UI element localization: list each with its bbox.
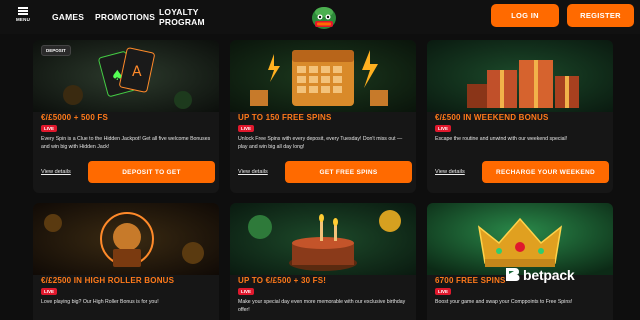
nav-promotions[interactable]: PROMOTIONS <box>95 0 155 34</box>
betpack-brand: betpack <box>504 266 575 283</box>
promo-title: €/£5000 + 500 FS <box>41 113 109 122</box>
svg-text:♠: ♠ <box>111 68 124 84</box>
promo-card-high-roller: €/£2500 IN HIGH ROLLER BONUS LIVE Love p… <box>33 203 219 320</box>
promo-card-free-spins: UP TO 150 FREE SPINS LIVE Unlock Free Sp… <box>230 40 416 193</box>
promo-description: Love playing big? Our High Roller Bonus … <box>41 299 159 305</box>
menu-button[interactable]: MENU <box>10 7 36 22</box>
promo-card-welcome: ♠ A DEPOSIT €/£5000 + 500 FS LIVE Every … <box>33 40 219 193</box>
promo-card-weekend: €/£500 IN WEEKEND BONUS LIVE Escape the … <box>427 40 613 193</box>
promo-card-betpack: 6700 FREE SPINS LIVE Boost your game and… <box>427 203 613 320</box>
live-badge: LIVE <box>41 125 58 132</box>
live-badge: LIVE <box>41 288 58 295</box>
view-details-link[interactable]: View details <box>435 169 465 175</box>
promo-title: UP TO 150 FREE SPINS <box>238 113 332 122</box>
birthday-cake-icon <box>230 203 416 275</box>
live-badge: LIVE <box>435 288 452 295</box>
nav-loyalty-program[interactable]: LOYALTY PROGRAM <box>159 0 209 34</box>
promo-title: UP TO €/£500 + 30 FS! <box>238 276 327 285</box>
recharge-weekend-button[interactable]: RECHARGE YOUR WEEKEND <box>482 161 609 183</box>
promo-description: Every Spin is a Clue to the Hidden Jackp… <box>41 136 211 150</box>
svg-text:A: A <box>132 64 142 80</box>
deposit-tag: DEPOSIT <box>41 45 71 56</box>
top-header: MENU GAMES PROMOTIONS LOYALTY PROGRAM LO… <box>0 0 640 34</box>
menu-label: MENU <box>15 17 31 22</box>
live-badge: LIVE <box>435 125 452 132</box>
promo-title: 6700 FREE SPINS <box>435 276 506 285</box>
betpack-wordmark: betpack <box>523 266 575 283</box>
mascot-logo-icon[interactable] <box>308 3 340 31</box>
deposit-to-get-button[interactable]: DEPOSIT TO GET <box>88 161 215 183</box>
login-button[interactable]: LOG IN <box>491 4 559 27</box>
register-button[interactable]: REGISTER <box>567 4 634 27</box>
promo-description: Make your special day even more memorabl… <box>238 299 406 313</box>
high-roller-trophy-icon <box>33 203 219 275</box>
hamburger-icon <box>18 7 28 15</box>
betpack-logo-icon <box>506 268 520 281</box>
nav-games[interactable]: GAMES <box>52 0 84 34</box>
live-badge: LIVE <box>238 125 255 132</box>
promo-description: Boost your game and swap your Comppoints… <box>435 299 573 305</box>
promo-card-birthday: UP TO €/£500 + 30 FS! LIVE Make your spe… <box>230 203 416 320</box>
gift-boxes-icon <box>427 40 613 112</box>
promo-description: Unlock Free Spins with every deposit, ev… <box>238 136 403 150</box>
promo-title: €/£2500 IN HIGH ROLLER BONUS <box>41 276 175 285</box>
get-free-spins-button[interactable]: GET FREE SPINS <box>285 161 412 183</box>
crown-icon <box>427 203 613 275</box>
view-details-link[interactable]: View details <box>238 169 268 175</box>
live-badge: LIVE <box>238 288 255 295</box>
calendar-gifts-icon <box>230 40 416 112</box>
view-details-link[interactable]: View details <box>41 169 71 175</box>
promo-description: Escape the routine and unwind with our w… <box>435 136 568 142</box>
promo-title: €/£500 IN WEEKEND BONUS <box>435 113 549 122</box>
